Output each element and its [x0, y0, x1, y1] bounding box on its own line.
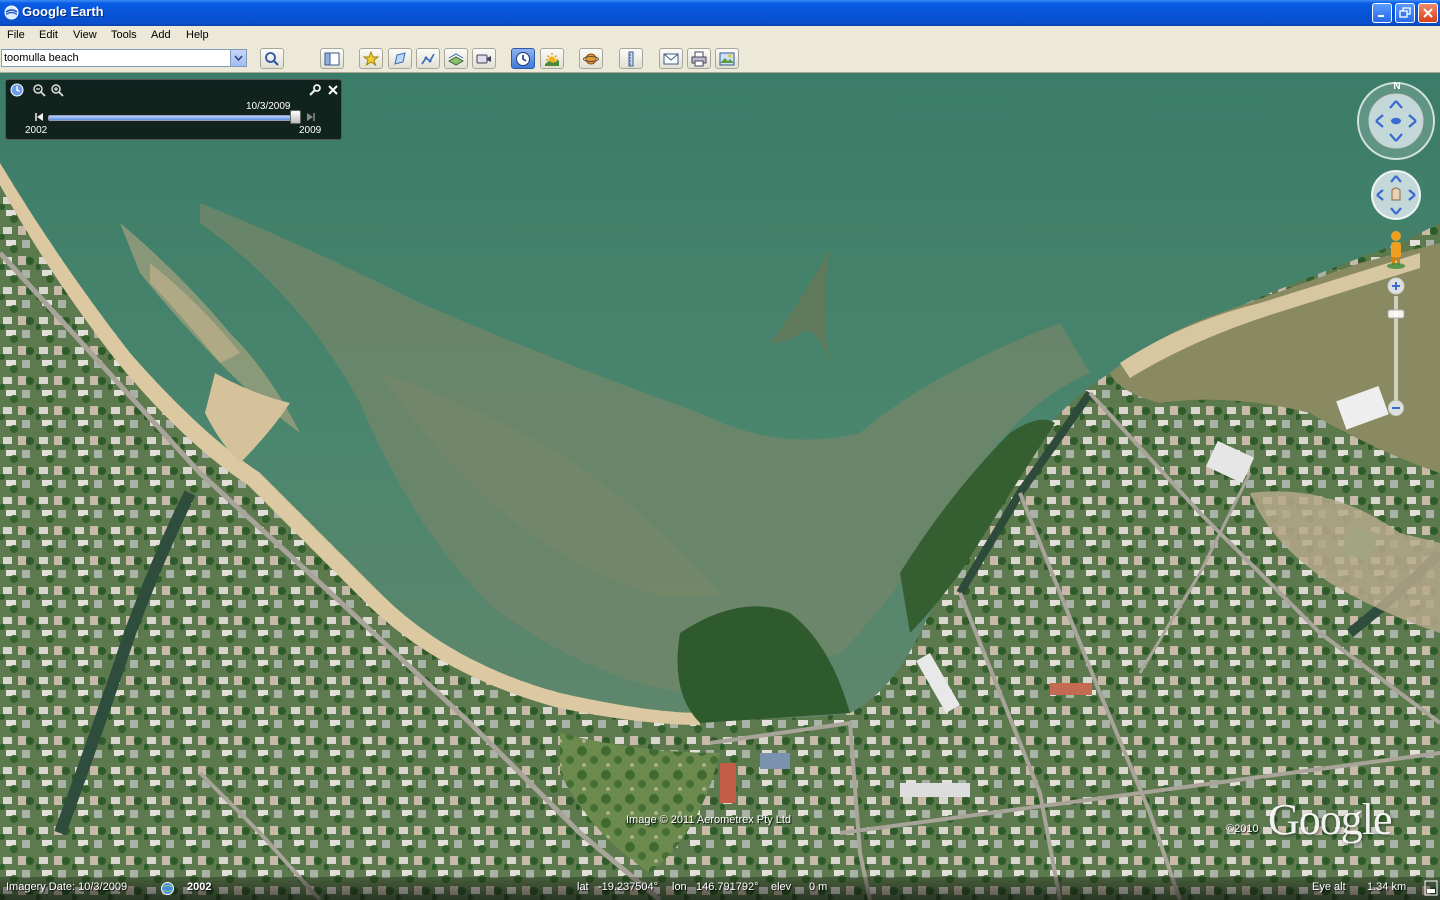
search-dropdown-button[interactable] — [230, 50, 246, 66]
north-indicator[interactable]: N — [1393, 81, 1400, 92]
search-input[interactable] — [4, 51, 230, 65]
add-image-overlay-button[interactable] — [444, 48, 468, 69]
close-panel-icon[interactable] — [326, 83, 340, 97]
zoom-out-button[interactable] — [1388, 400, 1404, 416]
record-tour-button[interactable] — [472, 48, 496, 69]
menu-edit[interactable]: Edit — [39, 29, 58, 41]
minimize-icon — [1378, 15, 1384, 17]
status-bar: Imagery Date: 10/3/2009 2002 lat -19.237… — [0, 877, 1440, 900]
window-title: Google Earth — [22, 4, 104, 19]
image-credit: Image © 2011 Aerometrex Pty Ltd — [626, 814, 792, 826]
skip-back-icon[interactable] — [34, 112, 44, 122]
longitude-label: lon — [672, 881, 687, 893]
ruler-button[interactable] — [619, 48, 643, 69]
sidebar-toggle-button[interactable] — [320, 48, 344, 69]
search-button[interactable] — [260, 48, 284, 69]
placemark-icon — [363, 51, 379, 67]
zoom-slider-thumb[interactable] — [1387, 309, 1405, 319]
save-image-icon — [719, 52, 735, 66]
restore-icon — [1399, 7, 1411, 18]
imagery-year: 2002 — [187, 881, 212, 893]
zoom-in-time-icon[interactable] — [50, 83, 64, 97]
close-window-button[interactable] — [1418, 3, 1438, 23]
sunlight-button[interactable] — [540, 48, 564, 69]
chevron-down-icon — [234, 55, 243, 61]
sidebar-icon — [324, 52, 340, 66]
navigation-controls: N — [1356, 80, 1436, 406]
toolbar — [0, 45, 1440, 73]
historical-imagery-icon — [516, 52, 530, 66]
slider-end-year: 2009 — [299, 125, 322, 136]
historical-imagery-panel: 10/3/2009 2002 2009 — [5, 79, 342, 140]
menu-file[interactable]: File — [7, 29, 25, 41]
look-joystick[interactable] — [1357, 82, 1435, 160]
save-image-button[interactable] — [715, 48, 739, 69]
close-icon — [1423, 8, 1433, 18]
search-icon — [265, 52, 279, 66]
current-imagery-date: 10/3/2009 — [246, 101, 291, 112]
latitude-label: lat — [577, 881, 589, 893]
path-icon — [421, 53, 435, 65]
sunlight-icon — [545, 53, 559, 66]
elevation-label: elev — [771, 881, 792, 893]
slider-start-year: 2002 — [25, 125, 48, 136]
polygon-icon — [394, 52, 406, 65]
planets-icon — [583, 53, 599, 65]
move-joystick[interactable] — [1371, 170, 1421, 220]
historical-imagery-button[interactable] — [511, 48, 535, 69]
image-overlay-icon — [448, 53, 464, 66]
zoom-out-time-icon[interactable] — [32, 83, 46, 97]
restore-button[interactable] — [1395, 3, 1415, 23]
search-combobox[interactable] — [1, 49, 247, 67]
ruler-icon — [628, 51, 634, 67]
hand-icon — [1391, 187, 1401, 201]
eye-altitude-value: 1.34 km — [1367, 881, 1407, 893]
latitude-value: -19.237504° — [598, 881, 659, 893]
google-earth-app-icon — [4, 5, 19, 20]
skip-forward-icon[interactable] — [306, 112, 316, 122]
time-slider-track[interactable] — [48, 115, 300, 121]
wrench-icon[interactable] — [307, 83, 321, 97]
satellite-imagery — [0, 73, 1440, 900]
menu-help[interactable]: Help — [186, 29, 209, 41]
title-bar: Google Earth — [0, 0, 1440, 26]
record-tour-icon — [476, 54, 491, 64]
eye-altitude-label: Eye alt — [1312, 881, 1346, 893]
eye-icon — [1391, 117, 1401, 125]
planets-button[interactable] — [579, 48, 603, 69]
menu-add[interactable]: Add — [151, 29, 171, 41]
menu-view[interactable]: View — [73, 29, 97, 41]
print-button[interactable] — [687, 48, 711, 69]
google-logo: Google — [1268, 795, 1393, 844]
longitude-value: 146.791792° — [696, 881, 759, 893]
print-icon — [691, 51, 707, 67]
street-view-pegman-icon[interactable] — [1387, 231, 1405, 269]
globe-icon — [161, 882, 174, 895]
email-button[interactable] — [659, 48, 683, 69]
menu-bar: File Edit View Tools Add Help — [0, 26, 1440, 45]
map-viewport[interactable] — [0, 73, 1440, 900]
add-placemark-button[interactable] — [359, 48, 383, 69]
email-icon — [663, 53, 679, 65]
time-slider-thumb[interactable] — [290, 110, 301, 124]
elevation-value: 0 m — [809, 881, 828, 893]
clock-icon[interactable] — [10, 83, 24, 97]
zoom-slider[interactable] — [1387, 277, 1405, 406]
streaming-indicator-icon — [1424, 880, 1438, 896]
add-polygon-button[interactable] — [388, 48, 412, 69]
imagery-date: Imagery Date: 10/3/2009 — [6, 881, 128, 893]
copyright-text: ©2010 — [1226, 823, 1259, 835]
add-path-button[interactable] — [416, 48, 440, 69]
minimize-button[interactable] — [1372, 3, 1392, 23]
menu-tools[interactable]: Tools — [111, 29, 137, 41]
